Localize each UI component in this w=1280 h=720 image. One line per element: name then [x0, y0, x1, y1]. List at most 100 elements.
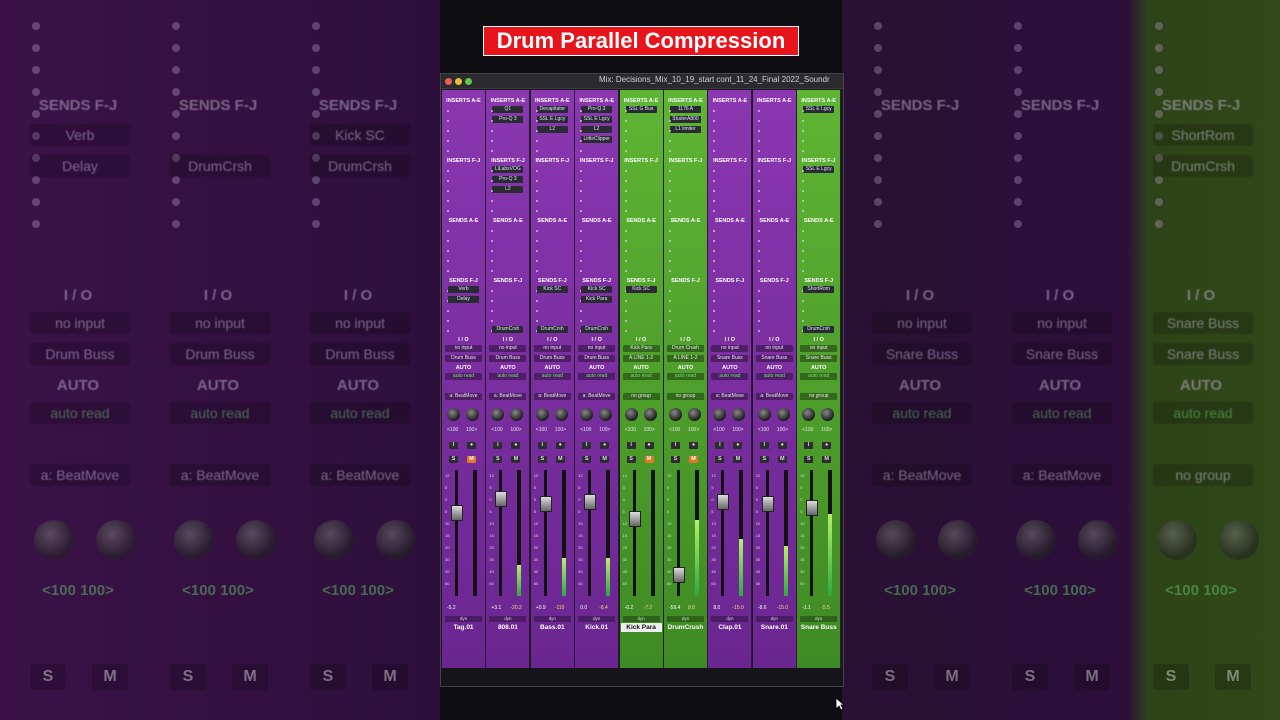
mute-button[interactable]: M [733, 456, 743, 463]
insert-slot[interactable]: StuderA800 [670, 116, 701, 123]
insert-slot[interactable]: SSL E Lgcy [803, 106, 835, 113]
mute-button[interactable]: M [92, 664, 128, 690]
insert-slot[interactable]: SSL E Lgcy [536, 116, 568, 123]
input-selector[interactable]: no input [489, 345, 527, 352]
automation-mode[interactable]: auto read [170, 402, 270, 424]
solo-button[interactable]: S [449, 456, 458, 463]
solo-button[interactable]: S [582, 456, 592, 463]
track-name[interactable]: Clap.01 [709, 623, 750, 632]
pan-knob[interactable] [876, 520, 916, 560]
output-selector[interactable]: Drum Buss [170, 343, 270, 365]
output-selector[interactable]: Drum Buss [578, 355, 616, 362]
pan-knob[interactable] [1078, 520, 1118, 560]
mute-button[interactable]: M [822, 456, 832, 463]
automation-mode[interactable]: auto read [755, 373, 793, 380]
volume-fader[interactable] [584, 493, 597, 510]
automation-mode[interactable]: auto read [30, 402, 130, 424]
pan-knob[interactable] [1016, 520, 1056, 560]
record-button[interactable]: ● [822, 442, 832, 449]
record-button[interactable]: ● [644, 442, 654, 449]
send-slot[interactable]: Verb [448, 286, 479, 293]
send-slot[interactable]: Kick SC [536, 286, 568, 293]
track-name[interactable]: Tag.01 [443, 623, 484, 632]
mute-button[interactable]: M [1074, 664, 1110, 690]
group-selector[interactable]: a: BeatMove [872, 464, 972, 486]
pan-knob-left[interactable] [713, 408, 727, 421]
pan-knob-right[interactable] [821, 408, 835, 421]
insert-slot[interactable]: Pro-Q 3 [492, 176, 524, 183]
send-slot[interactable]: DrumCrsh [492, 326, 524, 333]
output-selector[interactable]: A LINE 1-2 [667, 355, 704, 362]
record-button[interactable]: ● [511, 442, 521, 449]
mute-button[interactable]: M [600, 456, 610, 463]
send-slot[interactable]: DrumCrsh [581, 326, 613, 333]
pan-knob-left[interactable] [535, 408, 549, 421]
record-button[interactable]: ● [555, 442, 565, 449]
record-button[interactable]: ● [467, 442, 476, 449]
automation-mode[interactable]: auto read [578, 373, 616, 380]
send-slot[interactable]: Kick SC [625, 286, 657, 293]
input-selector[interactable]: Kick Para [622, 345, 660, 352]
solo-button[interactable]: S [493, 456, 503, 463]
record-button[interactable]: ● [600, 442, 610, 449]
automation-mode[interactable]: auto read [622, 373, 660, 380]
mute-button[interactable]: M [555, 456, 565, 463]
input-selector[interactable]: no input [711, 345, 749, 352]
insert-slot[interactable]: L1 limiter [670, 126, 701, 133]
input-monitor-button[interactable]: I [537, 442, 547, 449]
group-selector[interactable]: no group [1153, 464, 1253, 486]
send-slot[interactable]: Kick Para [581, 296, 613, 303]
solo-button[interactable]: S [626, 456, 636, 463]
output-selector[interactable]: Snare Buss [1012, 343, 1112, 365]
mute-button[interactable]: M [777, 456, 787, 463]
input-selector[interactable]: no input [30, 312, 130, 334]
input-selector[interactable]: no input [578, 345, 616, 352]
input-monitor-button[interactable]: I [804, 442, 814, 449]
pan-knob[interactable] [938, 520, 978, 560]
pan-knob-left[interactable] [757, 408, 771, 421]
automation-mode[interactable]: auto read [800, 373, 838, 380]
input-monitor-button[interactable]: I [759, 442, 769, 449]
insert-slot[interactable]: SSL G Bus [625, 106, 657, 113]
record-button[interactable]: ● [733, 442, 743, 449]
send-slot[interactable]: Kick SC [581, 286, 613, 293]
input-selector[interactable]: Snare Buss [1153, 312, 1253, 334]
input-selector[interactable]: no input [800, 345, 838, 352]
input-selector[interactable]: no input [755, 345, 793, 352]
solo-button[interactable]: S [804, 456, 814, 463]
group-selector[interactable]: a: BeatMove [711, 393, 749, 400]
output-selector[interactable]: Snare Buss [800, 355, 838, 362]
output-selector[interactable]: Drum Buss [30, 343, 130, 365]
track-name[interactable]: 808.01 [487, 623, 528, 632]
solo-button[interactable]: S [310, 664, 346, 690]
group-selector[interactable]: a: BeatMove [310, 464, 410, 486]
output-selector[interactable]: Drum Buss [310, 343, 410, 365]
volume-fader[interactable] [451, 505, 463, 522]
pan-knob[interactable] [1219, 520, 1259, 560]
pan-knob-right[interactable] [643, 408, 657, 421]
input-monitor-button[interactable]: I [715, 442, 725, 449]
input-selector[interactable]: no input [872, 312, 972, 334]
track-name[interactable]: Snare Buss [798, 623, 839, 632]
pan-knob-left[interactable] [491, 408, 505, 421]
record-button[interactable]: ● [777, 442, 787, 449]
automation-mode[interactable]: auto read [533, 373, 571, 380]
volume-fader[interactable] [806, 499, 819, 516]
minimize-window-button[interactable] [455, 78, 462, 85]
group-selector[interactable]: a: BeatMove [445, 393, 482, 400]
solo-button[interactable]: S [30, 664, 66, 690]
mute-button[interactable]: M [934, 664, 970, 690]
solo-button[interactable]: S [1153, 664, 1189, 690]
group-selector[interactable]: no group [622, 393, 660, 400]
group-selector[interactable]: a: BeatMove [1012, 464, 1112, 486]
insert-slot[interactable]: 1176 A [670, 106, 701, 113]
pan-knob-left[interactable] [669, 408, 682, 421]
input-selector[interactable]: no input [533, 345, 571, 352]
pan-knob[interactable] [174, 520, 214, 560]
group-selector[interactable]: no group [800, 393, 838, 400]
track-name[interactable]: DrumCrush [665, 623, 706, 632]
input-monitor-button[interactable]: I [449, 442, 458, 449]
pan-knob[interactable] [314, 520, 354, 560]
send-slot[interactable]: Delay [448, 296, 479, 303]
solo-button[interactable]: S [759, 456, 769, 463]
